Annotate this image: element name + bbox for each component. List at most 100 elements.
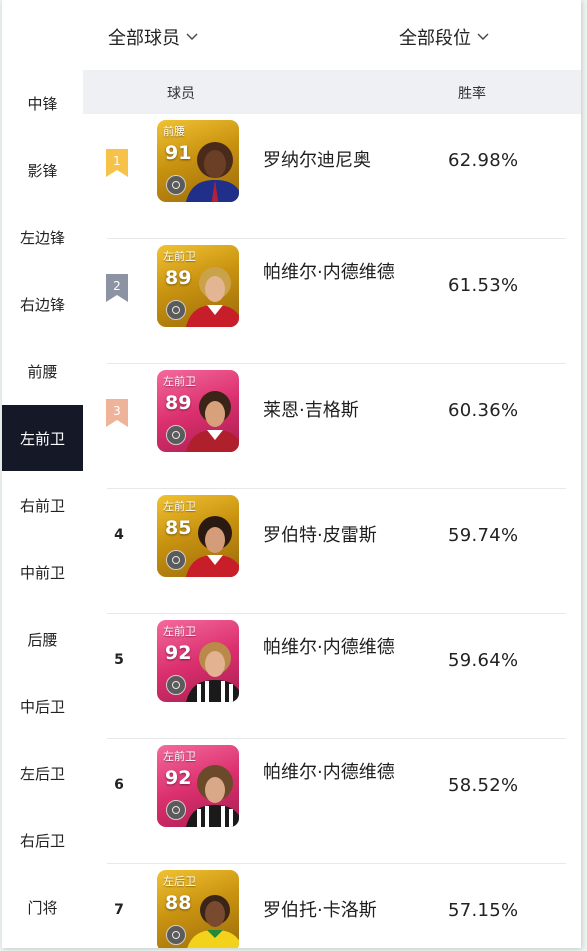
sidebar-item-label: 左边锋 [19, 228, 65, 247]
chevron-down-icon [186, 33, 198, 40]
tier-filter-label: 全部段位 [399, 28, 471, 49]
player-name[interactable]: 莱恩·吉格斯 [263, 397, 413, 425]
card-position: 左前卫 [163, 375, 196, 388]
ranking-panel: 全部球员 全部段位 中锋 影锋 左边锋 右边锋 前腰 左前卫 右前卫 中前卫 后… [2, 0, 581, 948]
sidebar-item-label: 门将 [27, 898, 58, 917]
sidebar-item-label: 右前卫 [19, 496, 65, 515]
player-filter-label: 全部球员 [108, 28, 180, 49]
table-row[interactable]: 5 左前卫 92 帕维尔·内德维德 59.64% [83, 614, 566, 739]
card-position: 左后卫 [163, 875, 196, 888]
table-header: 球员 胜率 [83, 70, 581, 114]
player-winrate: 59.74% [448, 525, 519, 546]
sidebar-item-label: 中锋 [27, 94, 58, 113]
rank-silver-flag-icon: 2 [106, 274, 128, 302]
rank-gold-flag-icon: 1 [106, 149, 128, 177]
player-winrate: 61.53% [448, 275, 519, 296]
sidebar-item-goalkeeper[interactable]: 门将 [2, 874, 83, 940]
card-rating: 85 [165, 517, 192, 539]
player-portrait-icon [186, 642, 239, 702]
table-row[interactable]: 4 左前卫 85 罗伯特·皮雷斯 59.74% [83, 489, 566, 614]
sidebar-item-defensive-mid[interactable]: 后腰 [2, 606, 83, 672]
player-portrait-icon [186, 142, 239, 202]
sidebar-item-striker[interactable]: 中锋 [2, 70, 83, 136]
sidebar-item-label: 中前卫 [19, 563, 65, 582]
rank-number: 6 [114, 777, 124, 793]
sidebar-item-right-mid[interactable]: 右前卫 [2, 472, 83, 538]
sidebar-item-label: 后腰 [27, 630, 58, 649]
sidebar-item-left-wing[interactable]: 左边锋 [2, 204, 83, 270]
player-winrate: 60.36% [448, 400, 519, 421]
sidebar-item-label: 左前卫 [19, 429, 65, 448]
sidebar-item-label: 右后卫 [19, 831, 65, 850]
card-rating: 91 [165, 142, 192, 164]
player-name[interactable]: 帕维尔·内德维德 [263, 259, 413, 287]
sidebar-item-center-back[interactable]: 中后卫 [2, 673, 83, 739]
table-row[interactable]: 1 前腰 91 罗纳尔迪尼奥 62.98% [83, 114, 566, 239]
player-portrait-icon [186, 765, 239, 827]
player-winrate: 59.64% [448, 650, 519, 671]
rank-number: 5 [114, 652, 124, 668]
player-name[interactable]: 罗伯托·卡洛斯 [263, 897, 413, 925]
table-row[interactable]: 7 左后卫 88 罗伯托·卡洛斯 57.15% [83, 864, 566, 948]
player-portrait-icon [186, 516, 239, 577]
tier-filter-dropdown[interactable]: 全部段位 [399, 24, 489, 50]
card-badge-icon [166, 800, 186, 820]
sidebar-item-attacking-mid[interactable]: 前腰 [2, 338, 83, 404]
chevron-down-icon [477, 33, 489, 40]
rank-number: 3 [113, 404, 121, 418]
player-card[interactable]: 左前卫 89 [157, 370, 239, 452]
card-rating: 89 [165, 392, 192, 414]
sidebar-item-label: 影锋 [27, 161, 58, 180]
sidebar-item-right-back[interactable]: 右后卫 [2, 807, 83, 873]
card-badge-icon [166, 675, 186, 695]
player-portrait-icon [186, 267, 239, 327]
card-position: 前腰 [163, 125, 185, 138]
player-card[interactable]: 前腰 91 [157, 120, 239, 202]
player-card[interactable]: 左后卫 88 [157, 870, 239, 948]
card-rating: 92 [165, 767, 192, 789]
player-card[interactable]: 左前卫 92 [157, 620, 239, 702]
sidebar-item-label: 左后卫 [19, 764, 65, 783]
player-winrate: 57.15% [448, 900, 519, 921]
player-name[interactable]: 帕维尔·内德维德 [263, 634, 413, 662]
player-winrate: 58.52% [448, 775, 519, 796]
card-rating: 89 [165, 267, 192, 289]
player-winrate: 62.98% [448, 150, 519, 171]
sidebar-item-left-mid[interactable]: 左前卫 [2, 405, 83, 471]
card-badge-icon [166, 925, 186, 945]
player-name[interactable]: 帕维尔·内德维德 [263, 759, 413, 787]
table-row[interactable]: 2 左前卫 89 帕维尔·内德维德 61.53% [83, 239, 566, 364]
rank-number: 1 [113, 154, 121, 168]
card-badge-icon [166, 425, 186, 445]
rank-bronze-flag-icon: 3 [106, 399, 128, 427]
player-name[interactable]: 罗伯特·皮雷斯 [263, 522, 413, 550]
table-row[interactable]: 3 左前卫 89 莱恩·吉格斯 60.36% [83, 364, 566, 489]
player-card[interactable]: 左前卫 92 [157, 745, 239, 827]
player-filter-dropdown[interactable]: 全部球员 [108, 24, 198, 50]
card-badge-icon [166, 300, 186, 320]
card-rating: 88 [165, 892, 192, 914]
card-rating: 92 [165, 642, 192, 664]
rank-number: 7 [114, 902, 124, 918]
sidebar-item-center-mid[interactable]: 中前卫 [2, 539, 83, 605]
sidebar-item-label: 前腰 [27, 362, 58, 381]
sidebar-item-left-back[interactable]: 左后卫 [2, 740, 83, 806]
card-position: 左前卫 [163, 500, 196, 513]
player-card[interactable]: 左前卫 85 [157, 495, 239, 577]
player-portrait-icon [186, 391, 239, 452]
card-position: 左前卫 [163, 750, 196, 763]
sidebar-item-second-striker[interactable]: 影锋 [2, 137, 83, 203]
card-badge-icon [166, 175, 186, 195]
table-row[interactable]: 6 左前卫 92 帕维尔·内德维德 58.52% [83, 739, 566, 864]
filter-bar: 全部球员 全部段位 [2, 0, 581, 70]
rank-number: 2 [113, 279, 121, 293]
sidebar-item-label: 中后卫 [19, 697, 65, 716]
card-position: 左前卫 [163, 625, 196, 638]
player-portrait-icon [187, 895, 239, 948]
rank-number: 4 [114, 527, 124, 543]
sidebar-item-right-wing[interactable]: 右边锋 [2, 271, 83, 337]
player-name[interactable]: 罗纳尔迪尼奥 [263, 147, 413, 175]
card-position: 左前卫 [163, 250, 196, 263]
column-header-winrate: 胜率 [458, 86, 486, 102]
player-card[interactable]: 左前卫 89 [157, 245, 239, 327]
